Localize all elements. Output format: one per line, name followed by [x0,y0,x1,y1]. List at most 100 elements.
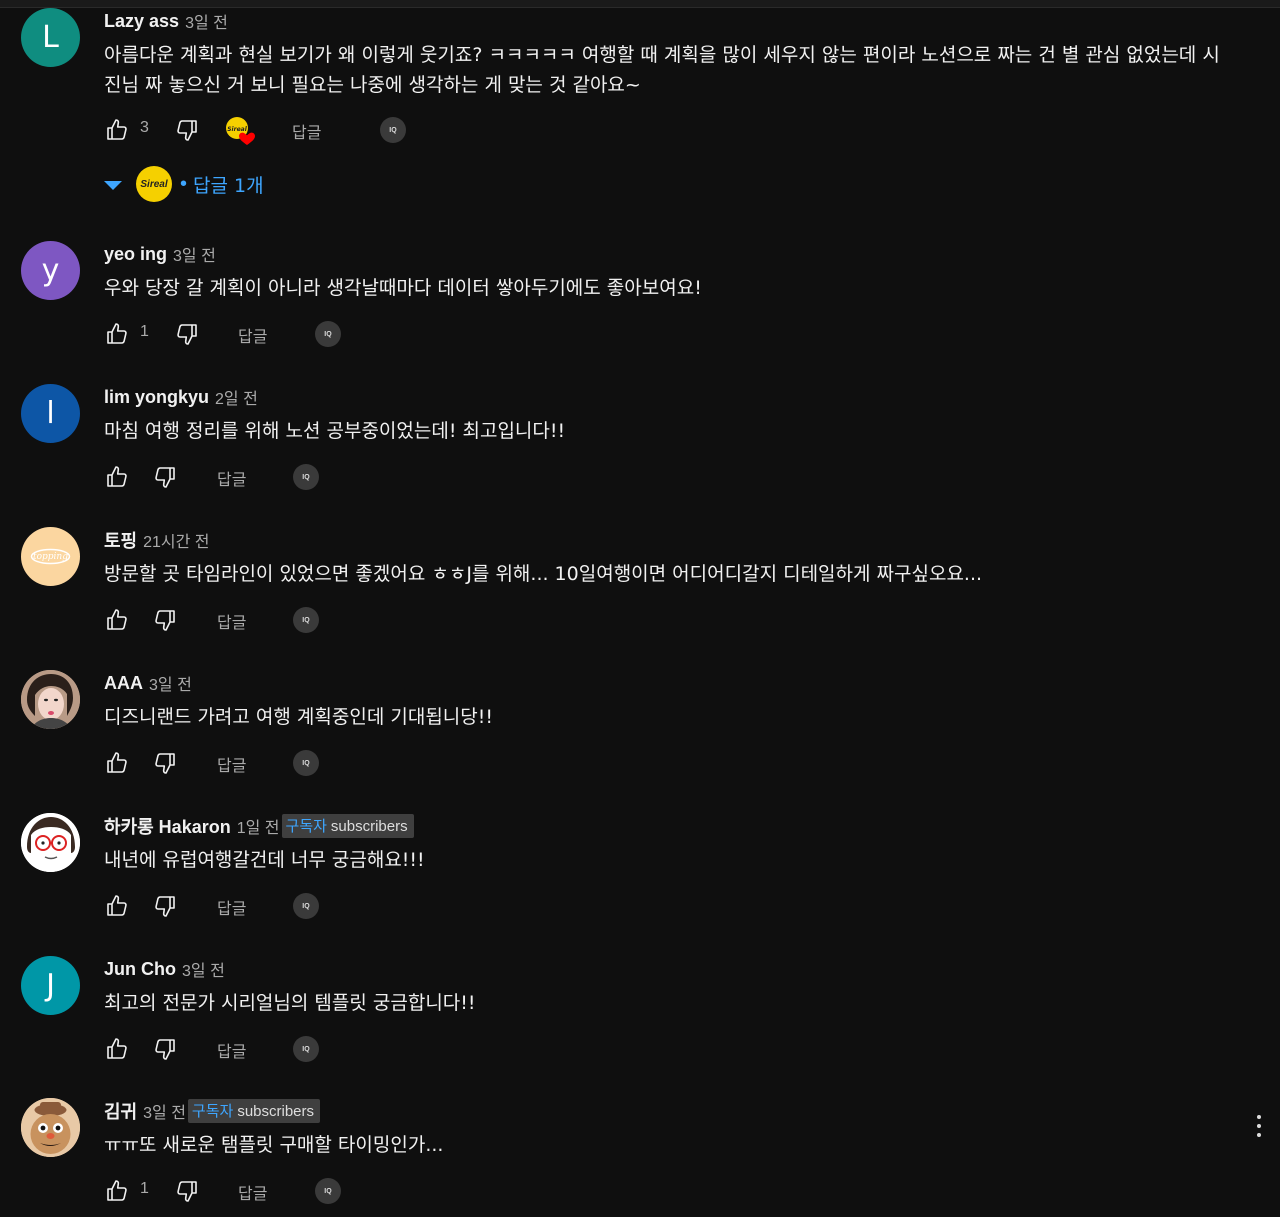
action-bar: 답글 IQ [104,748,444,778]
comment-text: ㅠㅠ또 새로운 탬플릿 구매할 타이밍인가... [104,1134,444,1156]
comment-text: 디즈니랜드 가려고 여행 계획중인데 기대됩니당!! [104,706,493,728]
thumbs-up-icon [107,895,127,916]
author-name[interactable]: 김귀 [104,1098,137,1124]
iq-label: IQ [302,1045,310,1053]
dislike-button[interactable] [152,1034,178,1064]
action-bar: 답글 IQ [104,605,444,635]
like-count: 1 [140,323,149,340]
profile-photo-icon [21,670,80,729]
comment-header: yeo ing 3일 전 [104,242,216,266]
author-name[interactable]: Lazy ass [104,11,179,32]
show-replies-button[interactable]: Sireal • 답글 1개 [104,166,264,202]
comment-text: 최고의 전문가 시리얼님의 템플릿 궁금합니다!! [104,992,476,1014]
svg-text:topping: topping [33,552,68,562]
comment-header: Lazy ass 3일 전 [104,9,228,33]
reply-button[interactable]: 답글 [217,752,246,776]
action-bar: 답글 IQ [104,462,444,492]
topping-logo-icon: topping [30,548,71,565]
thumbs-down-icon [155,467,175,488]
iq-label: IQ [389,126,397,134]
comment-text: 마침 여행 정리를 위해 노션 공부중이었는데! 최고입니다!! [104,420,566,442]
iq-extension-icon[interactable]: IQ [315,321,341,347]
like-button[interactable] [104,1034,130,1064]
comment-time[interactable]: 21시간 전 [143,528,209,552]
author-name[interactable]: 토핑 [104,527,137,553]
subscriber-badge: 구독자 subscribers [187,1099,321,1123]
action-bar: 답글 IQ [104,891,444,921]
iq-extension-icon[interactable]: IQ [315,1178,341,1204]
reply-button[interactable]: 답글 [292,119,321,143]
iq-extension-icon[interactable]: IQ [293,607,319,633]
comment-text: 아름다운 계획과 현실 보기가 왜 이렇게 웃기죠? ㅋㅋㅋㅋㅋ 여행할 때 계… [104,44,1220,96]
iq-label: IQ [302,616,310,624]
author-name[interactable]: AAA [104,673,143,694]
reply-button[interactable]: 답글 [217,1038,246,1062]
comment-time[interactable]: 3일 전 [173,242,216,266]
avatar-initial: L [42,20,59,55]
comment-time[interactable]: 3일 전 [149,671,192,695]
comment-time[interactable]: 1일 전 [237,814,280,838]
more-options-icon[interactable] [1254,1115,1264,1141]
dislike-button[interactable] [174,115,200,145]
iq-extension-icon[interactable]: IQ [293,750,319,776]
comment-header: lim yongkyu 2일 전 [104,385,258,409]
top-bar [0,0,1280,8]
subscriber-badge: 구독자 subscribers [281,814,414,838]
iq-extension-icon[interactable]: IQ [380,117,406,143]
comment-time[interactable]: 2일 전 [215,385,258,409]
avatar[interactable] [21,813,80,872]
like-button[interactable] [104,605,130,635]
iq-extension-icon[interactable]: IQ [293,464,319,490]
avatar[interactable]: L [21,8,80,67]
thumbs-down-icon [155,753,175,774]
iq-extension-icon[interactable]: IQ [293,893,319,919]
author-name[interactable]: lim yongkyu [104,387,209,408]
dislike-button[interactable] [152,605,178,635]
dislike-button[interactable] [152,891,178,921]
like-button[interactable] [104,748,130,778]
author-name[interactable]: Jun Cho [104,959,176,980]
heart-badge-text: Sireal [227,126,247,133]
comment-header: AAA 3일 전 [104,671,192,695]
author-name[interactable]: yeo ing [104,244,167,265]
avatar-initial: J [46,968,55,1003]
avatar[interactable] [21,670,80,729]
like-count: 1 [140,1180,149,1197]
dislike-button[interactable] [174,1176,200,1206]
dislike-button[interactable] [152,462,178,492]
reply-button[interactable]: 답글 [217,609,246,633]
author-name[interactable]: 하카롱 Hakaron [104,813,231,839]
action-bar: 3 Sireal 답글 IQ [104,115,444,145]
reply-button[interactable]: 답글 [238,1180,267,1204]
subscriber-badge-kr: 구독자 [285,818,327,835]
like-button[interactable] [104,891,130,921]
chevron-down-icon [104,180,122,190]
like-button[interactable] [104,319,130,349]
avatar[interactable]: J [21,956,80,1015]
reply-avatar-text: Sireal [140,178,168,190]
thumbs-up-icon [107,752,127,773]
reply-button[interactable]: 답글 [238,323,267,347]
dislike-button[interactable] [174,319,200,349]
iq-label: IQ [324,1187,332,1195]
like-button[interactable] [104,115,130,145]
avatar[interactable]: l [21,384,80,443]
replies-count-label: 답글 1개 [193,174,264,197]
avatar[interactable]: y [21,241,80,300]
like-button[interactable] [104,1176,130,1206]
action-bar: 답글 IQ [104,1034,444,1064]
avatar[interactable]: topping [21,527,80,586]
like-button[interactable] [104,462,130,492]
comment-time[interactable]: 3일 전 [182,957,225,981]
reply-button[interactable]: 답글 [217,466,246,490]
comment-time[interactable]: 3일 전 [143,1099,186,1123]
comment-time[interactable]: 3일 전 [185,9,228,33]
comment-text: 우와 당장 갈 계획이 아니라 생각날때마다 데이터 쌓아두기에도 좋아보여요! [104,277,702,299]
avatar[interactable] [21,1098,80,1157]
thumbs-up-icon [107,323,127,344]
iq-extension-icon[interactable]: IQ [293,1036,319,1062]
dislike-button[interactable] [152,748,178,778]
action-bar: 1 답글 IQ [104,319,444,349]
comment-text: 내년에 유럽여행갈건데 너무 궁금해요!!! [104,849,425,871]
reply-button[interactable]: 답글 [217,895,246,919]
